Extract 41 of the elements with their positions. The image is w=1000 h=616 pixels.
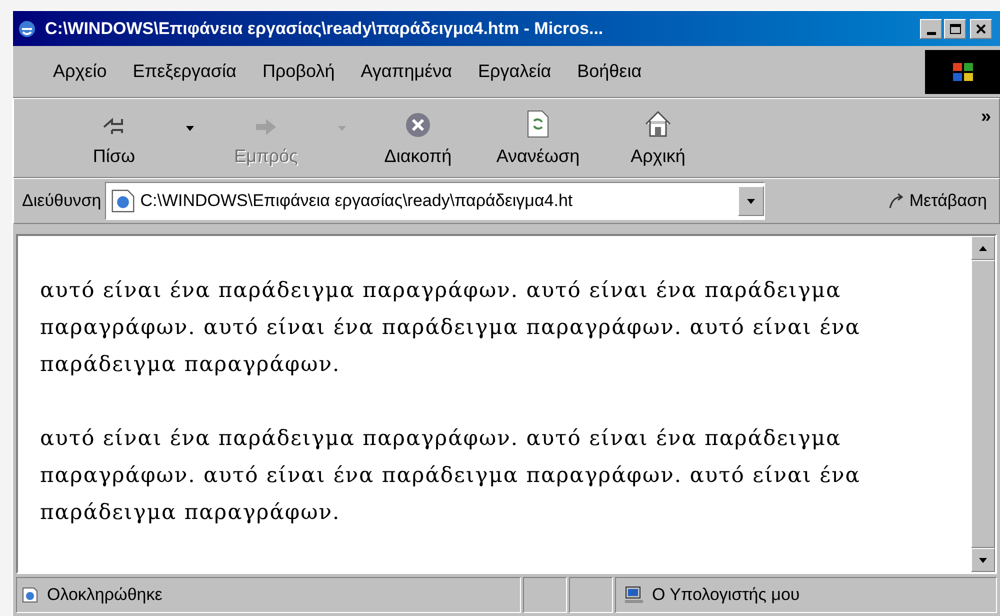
status-text: Ολοκληρώθηκε <box>47 584 162 606</box>
menu-item[interactable]: Προβολή <box>262 58 335 85</box>
dropdown-button[interactable] <box>738 186 764 216</box>
menu-item[interactable]: Εργαλεία <box>478 58 552 85</box>
up-arrow-icon <box>979 246 987 250</box>
address-label: Διεύθυνση <box>22 190 102 212</box>
close-button[interactable] <box>970 18 992 38</box>
close-icon <box>976 24 986 34</box>
menu-item[interactable]: Βοήθεια <box>577 58 642 85</box>
address-value: C:\WINDOWS\Επιφάνεια εργασίας\ready\παράδειγμα4.ht <box>140 190 574 212</box>
page-icon <box>110 188 136 214</box>
stop-icon <box>404 111 432 139</box>
computer-icon <box>624 586 644 604</box>
down-arrow-icon <box>979 558 987 562</box>
toolbar-button[interactable]: Ανανέωση <box>478 102 598 174</box>
dropdown-caret-icon[interactable] <box>186 126 194 130</box>
paragraph: αυτό είναι ένα παράδειγμα παραγράφων. αυτό είναι ένα παράδειγμα παραγράφων. αυτό είναι ένα παράδειγμα παραγράφων. αυτό είναι ένα παράδειγμα παραγράφων. <box>40 277 862 378</box>
status-panel <box>569 577 613 613</box>
address-field[interactable]: C:\WINDOWS\Επιφάνεια εργασίας\ready\παράδειγμα4.ht <box>105 182 766 220</box>
go-button[interactable]: Μετάβαση <box>887 188 991 214</box>
zone-text: Ο Υπολογιστής μου <box>652 584 800 606</box>
page-icon <box>21 586 39 604</box>
menu-item[interactable]: Αρχείο <box>53 58 107 85</box>
home-icon <box>643 109 673 139</box>
menu-item[interactable]: Αγαπημένα <box>360 58 452 85</box>
menu-item[interactable]: Επεξεργασία <box>132 58 236 85</box>
vertical-scrollbar[interactable] <box>971 236 995 572</box>
maximize-button[interactable] <box>944 18 966 38</box>
caret-icon <box>747 198 756 204</box>
status-panel <box>523 577 567 613</box>
toolbar-button[interactable]: Διακοπή <box>358 102 478 174</box>
windows-logo-icon <box>925 50 1000 94</box>
more-chevron[interactable]: » <box>980 99 999 130</box>
toolbar-button[interactable]: Αρχική <box>598 102 718 174</box>
minimize-button[interactable] <box>920 18 942 38</box>
window-title: C:\WINDOWS\Επιφάνεια εργασίας\ready\παράδειγμα4.htm - Micros... <box>45 18 604 40</box>
refresh-page-icon <box>525 109 551 139</box>
paragraph: αυτό είναι ένα παράδειγμα παραγράφων. αυτό είναι ένα παράδειγμα παραγράφων. αυτό είναι ένα παράδειγμα παραγράφων. αυτό είναι ένα παράδειγμα παραγράφων. <box>40 425 862 526</box>
browser-logo-icon <box>17 18 37 38</box>
toolbar-button[interactable]: Πίσω <box>54 102 174 174</box>
curved-arrow-icon <box>887 192 906 210</box>
